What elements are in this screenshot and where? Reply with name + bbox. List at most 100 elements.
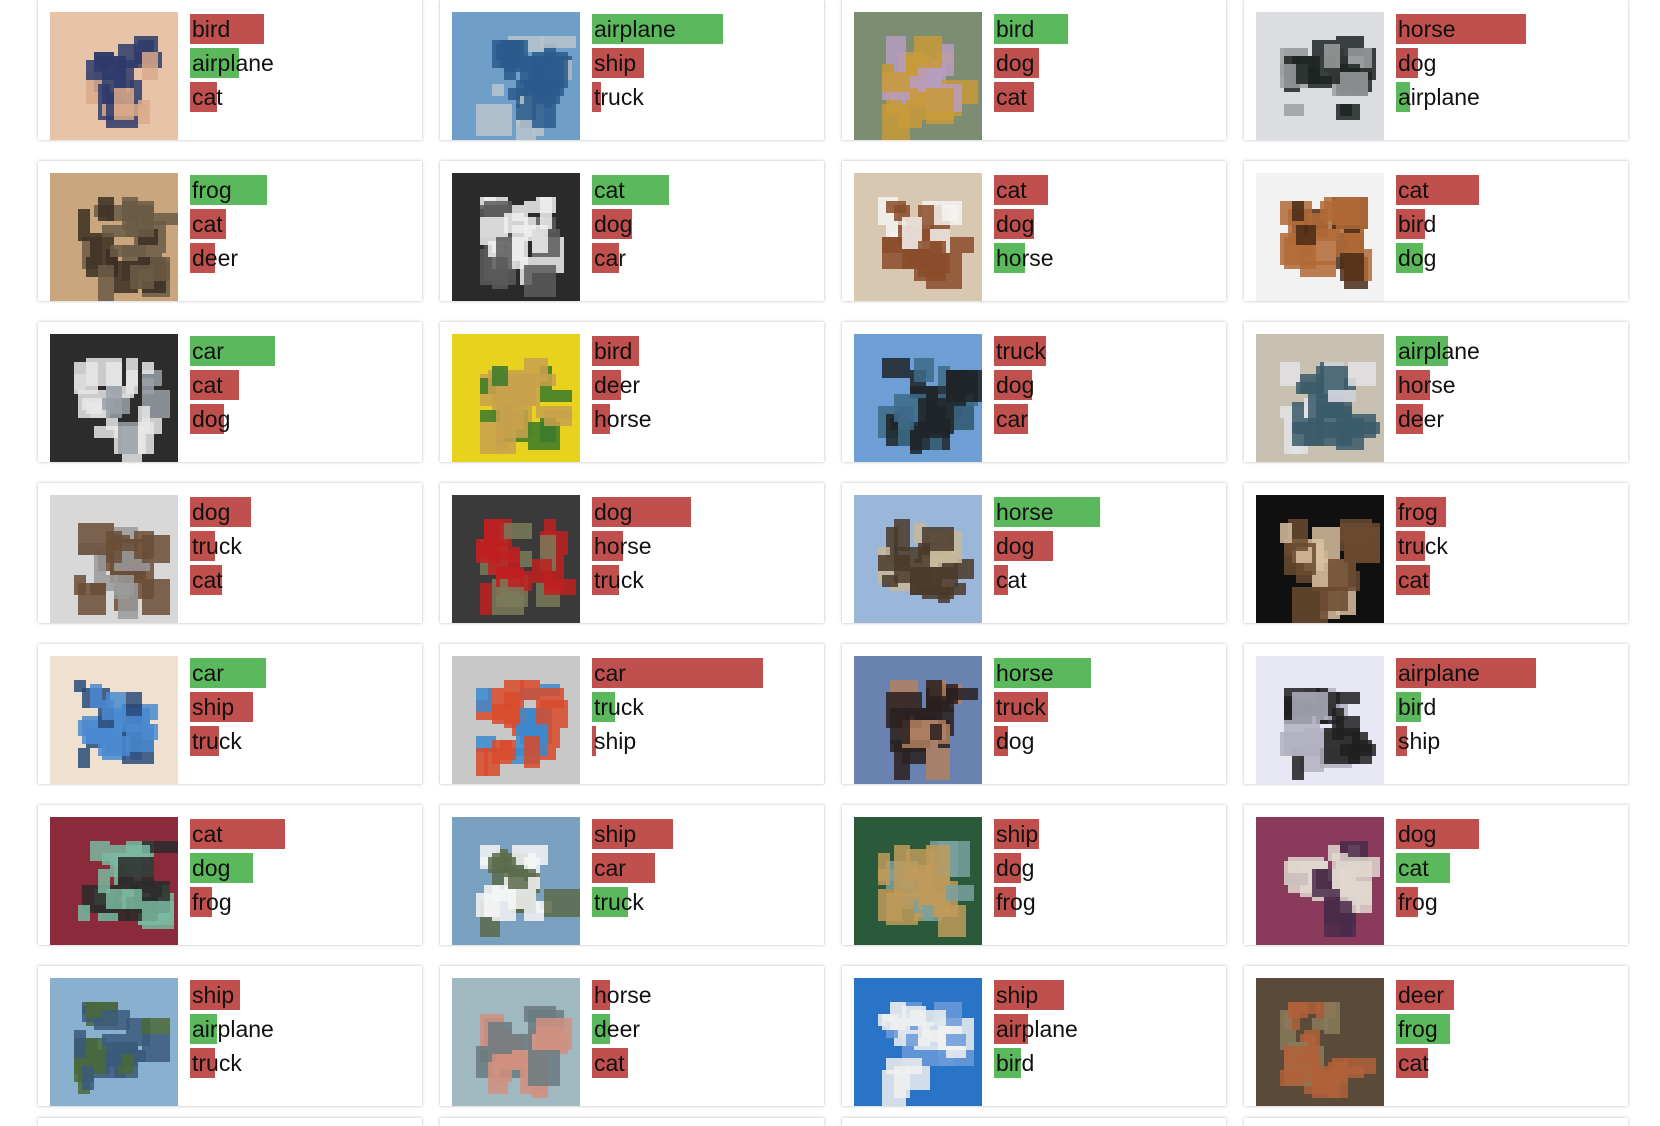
- thumbnail-image: [1256, 495, 1384, 623]
- prediction-list: horse dog airplane: [1396, 12, 1620, 114]
- prediction-row: frog: [1396, 495, 1620, 529]
- prediction-card-partial: [440, 1118, 824, 1126]
- prediction-label: airplane: [996, 1016, 1078, 1042]
- prediction-row: truck: [190, 724, 414, 758]
- prediction-label: frog: [192, 177, 232, 203]
- prediction-list: frog truck cat: [1396, 495, 1620, 597]
- prediction-row: truck: [592, 563, 816, 597]
- prediction-row: dog: [190, 402, 414, 436]
- prediction-label: ship: [192, 982, 235, 1008]
- prediction-label: dog: [996, 533, 1035, 559]
- prediction-label: cat: [192, 821, 223, 847]
- prediction-row: ship: [592, 817, 816, 851]
- prediction-label: airplane: [192, 50, 274, 76]
- prediction-row: truck: [994, 690, 1218, 724]
- prediction-label: bird: [996, 16, 1035, 42]
- prediction-label: frog: [192, 889, 232, 915]
- prediction-label: cat: [996, 567, 1027, 593]
- prediction-row: ship: [190, 978, 414, 1012]
- prediction-card: bird airplane cat: [38, 0, 422, 140]
- thumbnail-image: [452, 173, 580, 301]
- prediction-row: frog: [1396, 885, 1620, 919]
- prediction-row: truck: [190, 529, 414, 563]
- thumbnail-image: [854, 817, 982, 945]
- prediction-label: car: [192, 660, 224, 686]
- prediction-row: cat: [994, 80, 1218, 114]
- prediction-row: airplane: [1396, 80, 1620, 114]
- prediction-list: ship airplane truck: [190, 978, 414, 1080]
- prediction-card: deer frog cat: [1244, 966, 1628, 1106]
- prediction-label: truck: [594, 84, 644, 110]
- prediction-row: cat: [1396, 1046, 1620, 1080]
- prediction-label: frog: [1398, 499, 1438, 525]
- prediction-label: ship: [594, 50, 637, 76]
- prediction-row: horse: [592, 402, 816, 436]
- prediction-list: bird dog cat: [994, 12, 1218, 114]
- prediction-list: bird deer horse: [592, 334, 816, 436]
- prediction-row: dog: [994, 529, 1218, 563]
- prediction-row: car: [592, 851, 816, 885]
- prediction-list: ship dog frog: [994, 817, 1218, 919]
- prediction-label: cat: [192, 84, 223, 110]
- prediction-card: cat dog horse: [842, 161, 1226, 301]
- prediction-list: dog horse truck: [592, 495, 816, 597]
- prediction-card: airplane bird ship: [1244, 644, 1628, 784]
- prediction-label: airplane: [594, 16, 676, 42]
- prediction-label: dog: [1398, 245, 1437, 271]
- prediction-label: cat: [996, 177, 1027, 203]
- prediction-row: deer: [1396, 402, 1620, 436]
- prediction-label: deer: [192, 245, 239, 271]
- thumbnail-image: [854, 978, 982, 1106]
- prediction-label: horse: [1398, 16, 1456, 42]
- thumbnail-image: [50, 817, 178, 945]
- prediction-card: horse dog airplane: [1244, 0, 1628, 140]
- prediction-list: cat dog horse: [994, 173, 1218, 275]
- prediction-row: frog: [190, 885, 414, 919]
- prediction-row: dog: [190, 851, 414, 885]
- prediction-row: bird: [994, 1046, 1218, 1080]
- prediction-card: car cat dog: [38, 322, 422, 462]
- prediction-row: car: [190, 656, 414, 690]
- prediction-row: truck: [592, 80, 816, 114]
- prediction-row: frog: [1396, 1012, 1620, 1046]
- prediction-label: cat: [1398, 855, 1429, 881]
- prediction-card: bird deer horse: [440, 322, 824, 462]
- prediction-label: cat: [192, 372, 223, 398]
- prediction-list: horse deer cat: [592, 978, 816, 1080]
- prediction-row: dog: [994, 851, 1218, 885]
- prediction-label: frog: [1398, 1016, 1438, 1042]
- prediction-row: airplane: [190, 1012, 414, 1046]
- prediction-row: cat: [1396, 563, 1620, 597]
- prediction-label: horse: [594, 533, 652, 559]
- prediction-label: airplane: [1398, 660, 1480, 686]
- thumbnail-image: [452, 978, 580, 1106]
- prediction-row: car: [592, 656, 816, 690]
- prediction-row: cat: [592, 173, 816, 207]
- prediction-list: deer frog cat: [1396, 978, 1620, 1080]
- thumbnail-image: [452, 656, 580, 784]
- thumbnail-image: [50, 978, 178, 1106]
- prediction-row: bird: [592, 334, 816, 368]
- thumbnail-image: [854, 495, 982, 623]
- prediction-card: ship car truck: [440, 805, 824, 945]
- prediction-row: bird: [1396, 690, 1620, 724]
- prediction-label: cat: [1398, 177, 1429, 203]
- prediction-row: cat: [190, 563, 414, 597]
- prediction-row: deer: [190, 241, 414, 275]
- thumbnail-image: [50, 495, 178, 623]
- prediction-label: dog: [1398, 821, 1437, 847]
- prediction-card: cat dog car: [440, 161, 824, 301]
- prediction-row: horse: [994, 656, 1218, 690]
- prediction-grid: bird airplane cat airplane ship truck bird dog c…: [38, 0, 1638, 1126]
- prediction-row: deer: [1396, 978, 1620, 1012]
- prediction-row: dog: [1396, 46, 1620, 80]
- prediction-row: ship: [190, 690, 414, 724]
- prediction-label: bird: [996, 1050, 1035, 1076]
- prediction-label: bird: [1398, 211, 1437, 237]
- prediction-label: horse: [996, 499, 1054, 525]
- prediction-list: car truck ship: [592, 656, 816, 758]
- prediction-label: dog: [996, 728, 1035, 754]
- prediction-label: dog: [996, 372, 1035, 398]
- prediction-row: truck: [592, 690, 816, 724]
- thumbnail-image: [452, 817, 580, 945]
